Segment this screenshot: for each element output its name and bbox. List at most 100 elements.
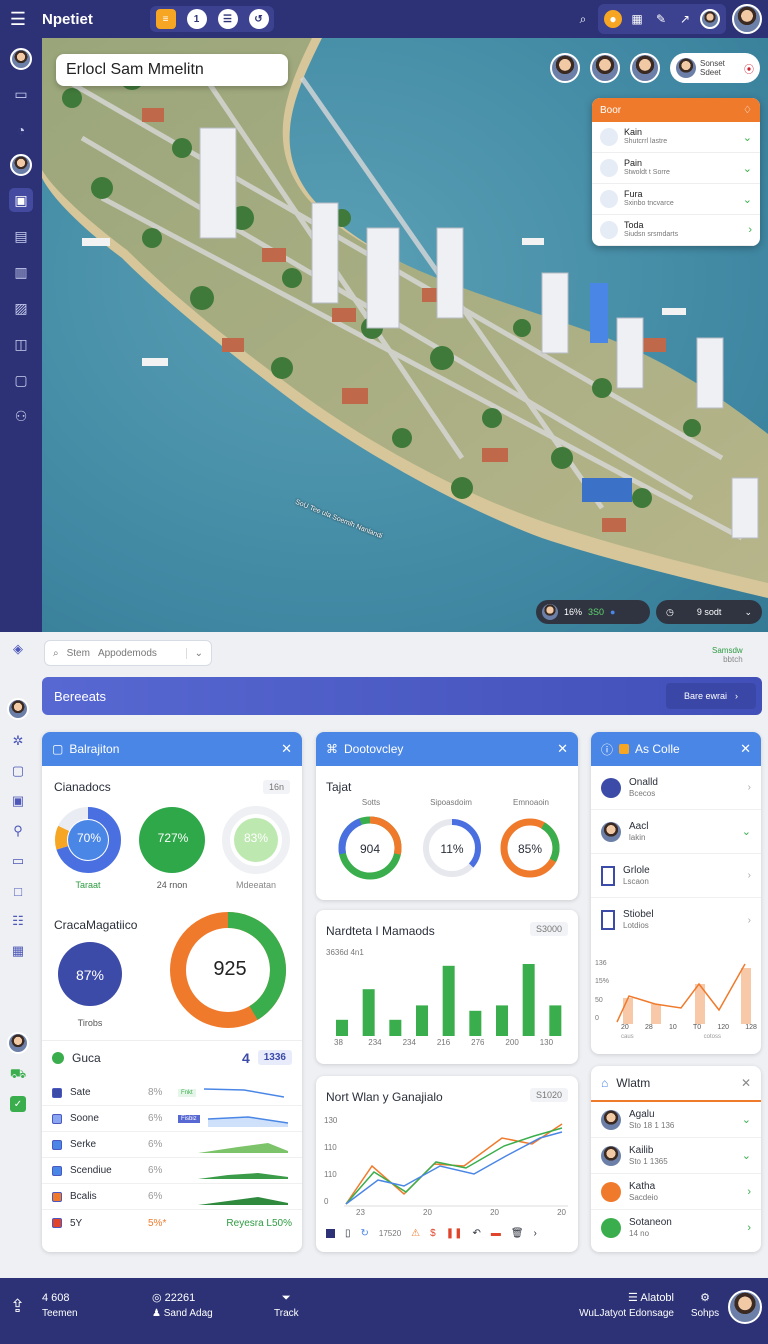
list-tool-button[interactable]: ≡ — [155, 9, 176, 29]
banner-button[interactable]: Bare ewrai › — [666, 683, 756, 709]
copy-icon[interactable]: ▯ — [345, 1228, 351, 1239]
list-item[interactable]: Pain Stwoldt t Sorre ⌄ — [592, 153, 760, 184]
pin-icon[interactable]: ⦿ — [744, 61, 754, 76]
menu-tool-button[interactable]: ☰ — [217, 9, 238, 29]
record-icon[interactable]: ▬ — [491, 1228, 501, 1239]
close-icon[interactable]: ✕ — [740, 741, 751, 757]
toolbar-group: ≡ 1 ☰ ↺ — [150, 6, 274, 32]
search-placeholder: Stem — [66, 647, 90, 659]
close-icon[interactable]: ✕ — [281, 741, 292, 757]
layers-icon[interactable]: ◫ — [9, 332, 33, 356]
bottom-stat-1[interactable]: 4 608 Teemen — [42, 1290, 78, 1322]
logo-icon[interactable]: ◈ — [9, 640, 27, 658]
dashboard-avatar-2[interactable] — [7, 1032, 29, 1054]
list-icon[interactable]: ☷ — [9, 912, 27, 930]
list-item[interactable]: Kailib Sto 1 1365 ⌄ — [591, 1138, 761, 1174]
collaborator-avatar-2[interactable] — [590, 53, 620, 83]
list-item[interactable]: Grlole Lscaon › — [591, 854, 761, 898]
x-tick: 28 — [645, 1024, 653, 1031]
user-avatar[interactable] — [732, 4, 762, 34]
dashboard-search[interactable]: ⌕ Stem Appodemods ⌄ — [44, 640, 212, 666]
user-pill[interactable]: Sonset Sdeet ⦿ — [670, 53, 760, 83]
chevron-right-icon: › — [747, 782, 751, 793]
collaborator-avatar-3[interactable] — [630, 53, 660, 83]
list-item[interactable]: Serke 6% — [42, 1132, 302, 1158]
search-icon[interactable]: ⚲ — [9, 822, 27, 840]
avatar[interactable] — [700, 9, 720, 29]
cart-icon[interactable]: ⛟ — [9, 1066, 27, 1084]
close-icon[interactable]: ✕ — [557, 741, 568, 757]
y-tick: 136 — [595, 960, 607, 967]
bell-icon[interactable]: ♢ — [743, 105, 752, 116]
list-item[interactable]: Toda Siudsn srsmdarts › — [592, 215, 760, 246]
donut-3-label: Mdeeatan — [235, 880, 277, 890]
chevron-right-icon[interactable]: › — [534, 1228, 537, 1239]
check-icon[interactable]: ✓ — [10, 1096, 26, 1112]
track-button[interactable]: ⏷ Track — [274, 1290, 299, 1322]
upload-icon[interactable]: ⇪ — [10, 1297, 25, 1315]
avatar — [601, 1145, 621, 1166]
monitor-icon[interactable]: ▢ — [9, 368, 33, 392]
grid-icon[interactable]: ▦ — [628, 10, 646, 28]
square-icon[interactable]: ▢ — [9, 762, 27, 780]
bottom-stat-3[interactable]: ☰ Alatobl WuLJatyot Edonsage — [568, 1290, 674, 1322]
notification-icon[interactable]: ● — [604, 10, 622, 28]
image-icon[interactable]: ▨ — [9, 296, 33, 320]
number-tool-button[interactable]: 1 — [186, 9, 207, 29]
dollar-icon[interactable]: $ — [430, 1228, 436, 1239]
list-item[interactable]: Onalld Bcecos › — [591, 766, 761, 810]
list-item[interactable]: Soone 6% Fisbiz — [42, 1106, 302, 1132]
list-item[interactable]: Sotaneon 14 no › — [591, 1210, 761, 1246]
square-outline-icon[interactable]: □ — [9, 882, 27, 900]
network-icon[interactable]: ✲ — [9, 732, 27, 750]
bottom-stat-1-label: Teemen — [42, 1308, 78, 1319]
sidebar-avatar[interactable] — [10, 48, 32, 70]
chevron-down-icon[interactable]: ⌄ — [185, 647, 203, 659]
table-icon[interactable]: ▦ — [9, 942, 27, 960]
file-icon[interactable]: ▭ — [9, 852, 27, 870]
trash-icon[interactable]: 🗑 — [511, 1228, 524, 1239]
edit-icon[interactable]: ✎ — [652, 10, 670, 28]
undo-icon[interactable]: ↶ — [472, 1228, 480, 1239]
buildings-icon[interactable]: ▥ — [9, 260, 33, 284]
search-icon[interactable]: ⌕ — [574, 10, 592, 28]
sidebar-profile-avatar[interactable] — [10, 154, 32, 176]
list-item[interactable]: Scendiue 6% — [42, 1158, 302, 1184]
clock-icon[interactable]: ◔ — [9, 118, 33, 142]
list-item[interactable]: Agalu Sto 18 1 136 ⌄ — [591, 1102, 761, 1138]
warning-icon[interactable]: ⚠ — [411, 1228, 420, 1239]
collaborator-avatar-1[interactable] — [550, 53, 580, 83]
bar-chart-card: Nardteta I Mamaods S3000 3636d 4n1 38 234… — [316, 910, 578, 1064]
calendar-icon[interactable]: ▤ — [9, 224, 33, 248]
list-item[interactable]: Katha Sacdeio › — [591, 1174, 761, 1210]
bottom-stat-2[interactable]: ◎ 22261 ♟ Sand Adag — [152, 1290, 213, 1322]
chevron-right-icon: › — [748, 224, 752, 236]
list-item[interactable]: Fura Sxinbo tncvarce ⌄ — [592, 184, 760, 215]
chart-icon[interactable]: ↗ — [676, 10, 694, 28]
refresh-icon[interactable]: ↻ — [361, 1228, 369, 1239]
user-icon[interactable]: ⚇ — [9, 404, 33, 428]
leaf-icon — [601, 1218, 621, 1238]
list-item[interactable]: Aacl lakin ⌄ — [591, 810, 761, 854]
map-time-dropdown[interactable]: ◷ 9 sodt ⌄ — [656, 600, 762, 624]
stop-icon[interactable] — [326, 1229, 335, 1238]
list-item[interactable]: Sate 8% Fnkt — [42, 1080, 302, 1106]
y-tick: 0 — [595, 1014, 599, 1022]
box-icon[interactable]: ▣ — [9, 792, 27, 810]
list-item[interactable]: Kain Shutcrrl lastre ⌄ — [592, 122, 760, 153]
shop-button[interactable]: ⚙ Sohps — [690, 1290, 720, 1322]
map-status-pill[interactable]: 16% 3S0 ● — [536, 600, 650, 624]
mini-x-sub: caus cotoss — [621, 1034, 721, 1040]
list-item[interactable]: Stiobel Lotdios › — [591, 898, 761, 942]
close-icon[interactable]: ✕ — [741, 1076, 751, 1090]
pause-icon[interactable]: ❚❚ — [446, 1228, 463, 1239]
bottom-avatar[interactable] — [728, 1290, 762, 1324]
dashboard-avatar[interactable] — [7, 698, 29, 720]
list-item[interactable]: Bcalis 6% — [42, 1184, 302, 1210]
dashboard-icon[interactable]: ▣ — [9, 188, 33, 212]
map-search-input[interactable]: Erlocl Sam Mmelitn — [56, 54, 288, 86]
donut-2-label: 24 rnon — [156, 880, 188, 890]
hamburger-menu-icon[interactable]: ☰ — [0, 9, 36, 30]
refresh-tool-button[interactable]: ↺ — [248, 9, 269, 29]
inbox-icon[interactable]: ▭ — [9, 82, 33, 106]
